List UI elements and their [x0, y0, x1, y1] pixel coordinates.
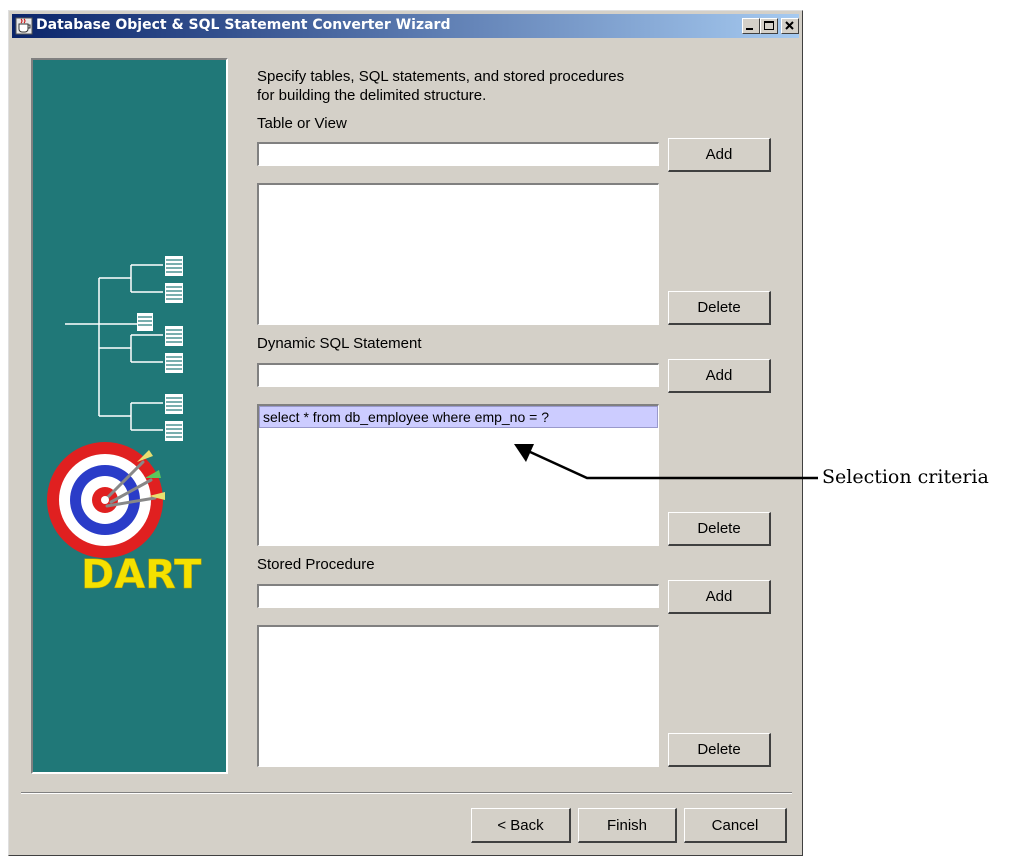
proc-add-button[interactable]: Add — [668, 580, 771, 614]
dart-logo-text: DART — [81, 552, 202, 598]
footer-separator — [21, 792, 792, 794]
table-or-view-input[interactable] — [257, 142, 659, 166]
annotation-label: Selection criteria — [822, 466, 989, 488]
minimize-button[interactable] — [742, 18, 760, 34]
wizard-banner: DART — [31, 58, 228, 774]
table-add-button[interactable]: Add — [668, 138, 771, 172]
proc-list[interactable] — [257, 625, 659, 767]
java-cup-icon — [15, 17, 33, 35]
wizard-window: Database Object & SQL Statement Converte… — [8, 10, 803, 856]
finish-button[interactable]: Finish — [578, 808, 677, 843]
stored-procedure-input[interactable] — [257, 584, 659, 608]
minimize-icon — [746, 28, 753, 30]
sql-add-button[interactable]: Add — [668, 359, 771, 393]
stored-procedure-label: Stored Procedure — [257, 556, 375, 573]
window-title: Database Object & SQL Statement Converte… — [36, 17, 451, 33]
close-button[interactable] — [781, 18, 799, 34]
tree-diagram-icon — [65, 264, 163, 431]
table-or-view-label: Table or View — [257, 115, 347, 132]
tree-leaves — [137, 256, 183, 441]
instructions-line-1: Specify tables, SQL statements, and stor… — [257, 68, 625, 85]
maximize-icon — [764, 21, 774, 30]
proc-delete-button[interactable]: Delete — [668, 733, 771, 767]
maximize-button[interactable] — [760, 18, 778, 34]
close-icon — [785, 21, 794, 30]
dynamic-sql-input[interactable] — [257, 363, 659, 387]
sql-list-item-selected[interactable]: select * from db_employee where emp_no =… — [259, 406, 658, 428]
instructions-line-2: for building the delimited structure. — [257, 87, 487, 104]
sql-delete-button[interactable]: Delete — [668, 512, 771, 546]
cancel-button[interactable]: Cancel — [684, 808, 787, 843]
sql-list[interactable]: select * from db_employee where emp_no =… — [257, 404, 659, 546]
tree-leaf-lines — [138, 259, 182, 438]
banner-graphic: DART — [47, 256, 202, 598]
dynamic-sql-label: Dynamic SQL Statement — [257, 335, 422, 352]
title-bar[interactable]: Database Object & SQL Statement Converte… — [12, 14, 799, 38]
table-delete-button[interactable]: Delete — [668, 291, 771, 325]
instructions: Specify tables, SQL statements, and stor… — [257, 67, 624, 105]
table-list[interactable] — [257, 183, 659, 325]
back-button[interactable]: < Back — [471, 808, 571, 843]
